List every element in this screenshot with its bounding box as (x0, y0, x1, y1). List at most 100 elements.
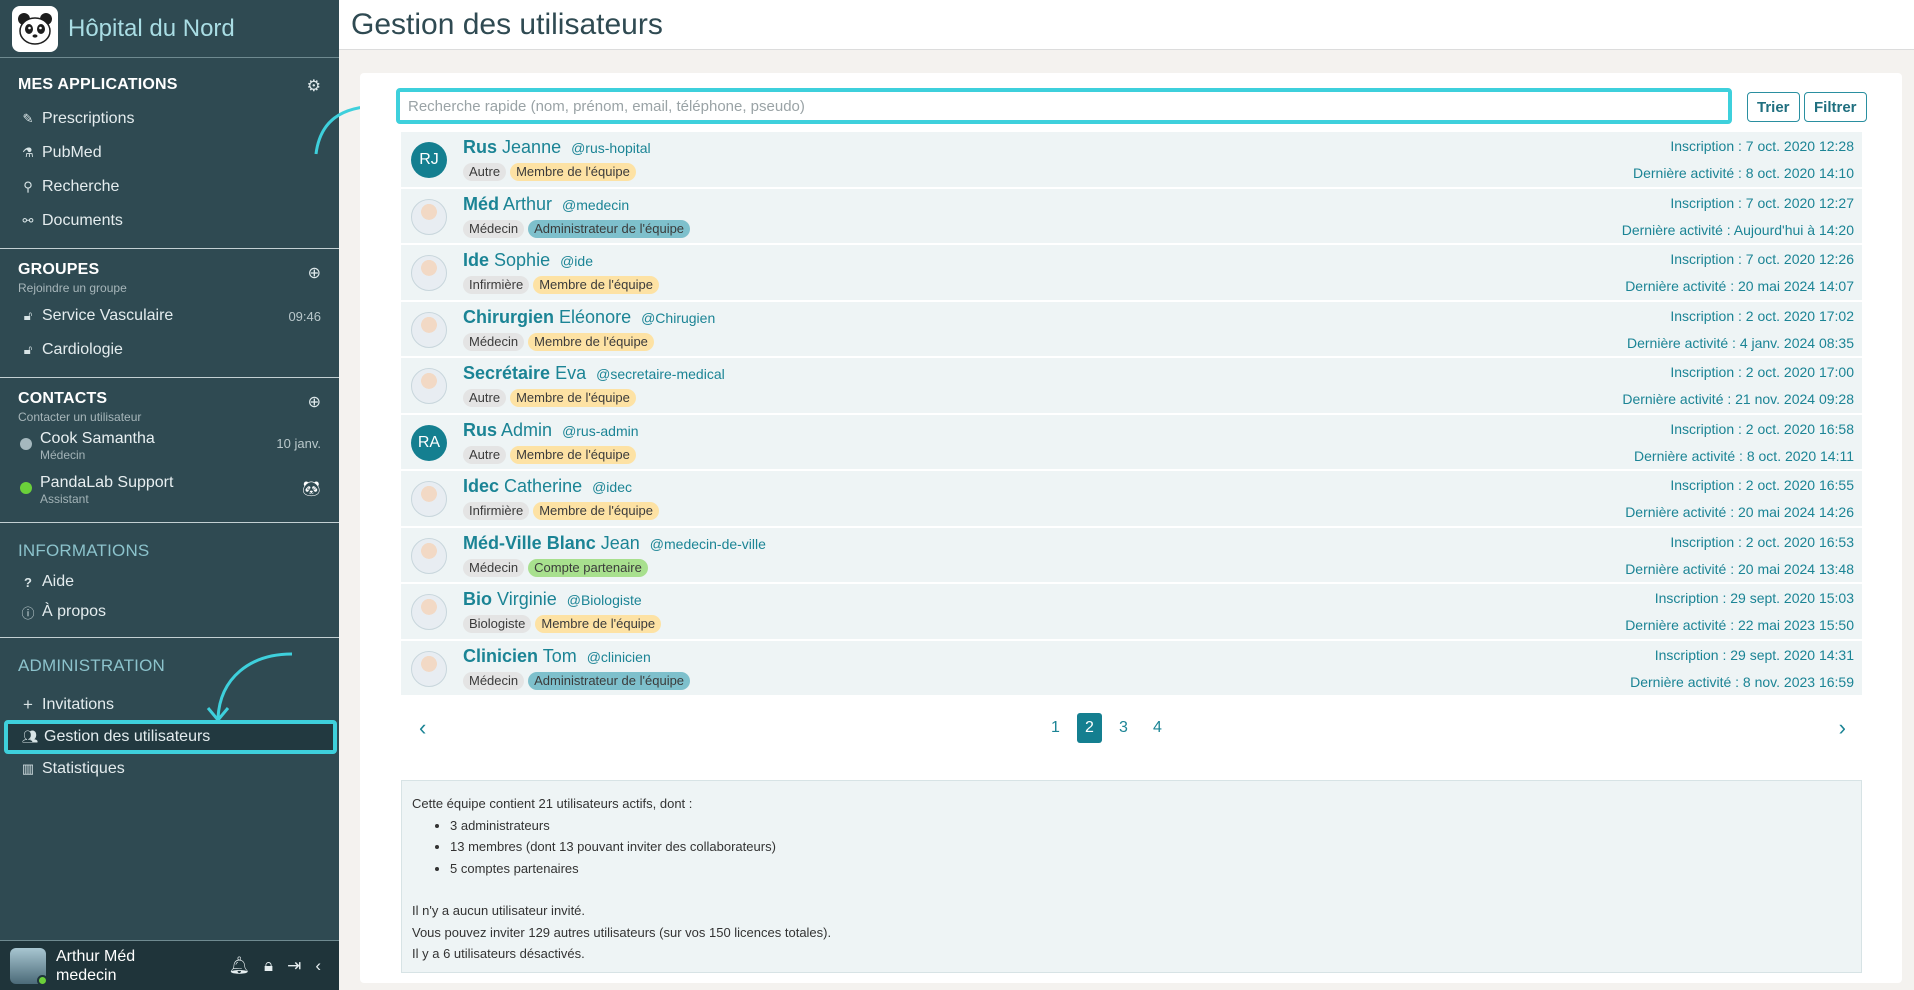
search-icon: ⚲ (23, 179, 33, 194)
apps-section-title: MES APPLICATIONS (18, 76, 178, 93)
user-name: Bio Virginie @Biologiste (463, 589, 642, 610)
role-badge: Autre (463, 445, 507, 464)
sidebar: Hôpital du Nord MES APPLICATIONS ⚙ ✎ Pres… (0, 0, 339, 990)
user-row[interactable]: RA Rus Admin @rus-admin Autre Membre de l'éq… (401, 414, 1862, 471)
registration-date: Inscription : 7 oct. 2020 12:27 (1670, 194, 1854, 211)
informations-section-title: INFORMATIONS (18, 541, 150, 560)
collapse-chevron-icon[interactable]: ‹ (315, 956, 321, 976)
sidebar-item-label: Recherche (42, 178, 120, 195)
avatar (411, 481, 447, 517)
last-activity: Dernière activité : 8 oct. 2020 14:11 (1634, 447, 1854, 464)
avatar (411, 594, 447, 630)
next-page-icon[interactable]: › (1839, 715, 1846, 741)
registration-date: Inscription : 7 oct. 2020 12:28 (1670, 138, 1854, 154)
contact-cook-samantha[interactable]: Cook Samantha Médecin 10 janv. (0, 424, 339, 468)
add-contact-icon[interactable]: ⊕ (308, 392, 321, 412)
avatar[interactable] (10, 947, 48, 986)
sidebar-item-label: Service Vasculaire (42, 307, 174, 324)
user-first-name: Admin (501, 419, 553, 440)
plus-icon: + (23, 695, 33, 714)
pubmed-icon: ⚗ (22, 145, 34, 160)
contact-role: Assistant (40, 492, 89, 506)
status-badge: Membre de l'équipe (510, 163, 636, 181)
sidebar-item-a-propos[interactable]: ⓘ À propos (0, 597, 339, 627)
logout-icon[interactable]: ⇥ (287, 956, 301, 976)
user-first-name: Eléonore (559, 306, 632, 327)
user-row[interactable]: Clinicien Tom @clinicien Médecin Administra… (401, 640, 1862, 697)
lock-icon[interactable]: 🔒︎ (264, 956, 273, 976)
previous-page-icon[interactable]: ‹ (419, 715, 426, 741)
avatar (411, 255, 447, 291)
brand-name: Hôpital du Nord (68, 14, 235, 42)
registration-date: Inscription : 2 oct. 2020 16:58 (1670, 420, 1854, 437)
user-handle: @rus-admin (562, 422, 639, 439)
page-number[interactable]: 4 (1145, 713, 1170, 743)
user-first-name: Sophie (494, 250, 551, 270)
sidebar-item-label: Gestion des utilisateurs (44, 728, 211, 745)
page-number[interactable]: 2 (1077, 713, 1102, 743)
user-last-name: Chirurgien (463, 306, 555, 327)
panda-logo-icon (12, 5, 58, 52)
avatar (411, 368, 447, 404)
sidebar-item-prescriptions[interactable]: ✎ Prescriptions (0, 102, 339, 136)
lock-icon: 🔓︎ (23, 308, 33, 323)
last-activity: Dernière activité : 20 mai 2024 14:07 (1625, 278, 1854, 294)
sidebar-item-label: Invitations (42, 696, 115, 713)
question-icon: ? (24, 574, 32, 590)
avatar (411, 311, 447, 348)
contact-pandalab-support[interactable]: PandaLab Support Assistant 🐼︎ (0, 468, 339, 512)
sidebar-item-label: Cardiologie (42, 341, 123, 358)
sidebar-item-recherche[interactable]: ⚲ Recherche (0, 170, 339, 204)
user-last-name: Secrétaire (463, 363, 551, 383)
user-handle: @idec (592, 479, 632, 495)
groups-section-title: GROUPES (18, 261, 100, 278)
role-badge: Médecin (463, 671, 525, 690)
search-input[interactable] (400, 92, 1728, 120)
user-row[interactable]: RJ Rus Jeanne @rus-hopital Autre Membre de l… (401, 132, 1862, 189)
user-row[interactable]: Secrétaire Eva @secretaire-medical Autre Me… (401, 358, 1862, 415)
header: Gestion des utilisateurs (339, 0, 1914, 50)
user-last-name: Clinicien (463, 645, 539, 666)
user-last-name: Méd (463, 193, 499, 214)
lock-icon: 🔓︎ (23, 342, 33, 357)
summary-licences: Vous pouvez inviter 129 autres utilisate… (412, 924, 832, 940)
sidebar-item-service-vasculaire[interactable]: 🔓︎ Service Vasculaire 09:46 (0, 299, 339, 333)
user-handle: @Biologiste (566, 592, 642, 608)
user-name: Clinicien Tom @clinicien (463, 646, 651, 667)
sidebar-item-statistiques[interactable]: ▥ Statistiques (0, 754, 339, 784)
notification-bell-icon[interactable]: 🔔︎ (228, 956, 250, 976)
user-row[interactable]: Chirurgien Eléonore @Chirugien Médecin Memb… (401, 301, 1862, 358)
sort-button[interactable]: Trier (1747, 92, 1800, 122)
sidebar-item-cardiologie[interactable]: 🔓︎ Cardiologie (0, 333, 339, 367)
join-group-link[interactable]: Rejoindre un groupe (0, 281, 339, 295)
sidebar-item-documents[interactable]: ⚯ Documents (0, 204, 339, 238)
user-row[interactable]: Ide Sophie @ide Infirmière Membre de l'équi… (401, 245, 1862, 302)
role-badge: Médecin (463, 332, 525, 351)
role-badge: Médecin (463, 219, 525, 238)
sidebar-item-aide[interactable]: ? Aide (0, 567, 339, 597)
last-activity: Dernière activité : 4 janv. 2024 08:35 (1627, 334, 1854, 351)
brand[interactable]: Hôpital du Nord (0, 0, 339, 58)
user-row[interactable]: Idec Catherine @idec Infirmière Membre de l… (401, 471, 1862, 528)
page-number[interactable]: 1 (1043, 713, 1068, 743)
last-activity: Dernière activité : Aujourd'hui à 14:20 (1621, 221, 1854, 238)
team-summary: Cette équipe contient 21 utilisateurs ac… (401, 780, 1862, 973)
contact-user-link[interactable]: Contacter un utilisateur (0, 410, 339, 424)
page-title: Gestion des utilisateurs (351, 8, 663, 41)
prescription-icon: ✎ (22, 111, 34, 126)
sidebar-item-pubmed[interactable]: ⚗ PubMed (0, 136, 339, 170)
apps-section: MES APPLICATIONS ⚙ ✎ Prescriptions ⚗ PubMe… (0, 58, 339, 249)
paperclip-icon: ⚯ (22, 213, 34, 228)
contact-name: Cook Samantha (40, 430, 155, 447)
user-row[interactable]: Méd Arthur @medecin Médecin Administrateur … (401, 188, 1862, 245)
user-row[interactable]: Bio Virginie @Biologiste Biologiste Membre … (401, 584, 1862, 641)
page-numbers: 1234 (1043, 713, 1170, 743)
avatar (411, 650, 447, 687)
filter-button[interactable]: Filtrer (1804, 92, 1867, 122)
user-row[interactable]: Méd-Ville Blanc Jean @medecin-de-ville Méd… (401, 527, 1862, 584)
page-number[interactable]: 3 (1111, 713, 1136, 743)
user-last-name: Idec (463, 476, 500, 496)
add-group-icon[interactable]: ⊕ (308, 263, 321, 283)
avatar: RJ (411, 142, 447, 178)
status-badge: Membre de l'équipe (533, 502, 659, 520)
